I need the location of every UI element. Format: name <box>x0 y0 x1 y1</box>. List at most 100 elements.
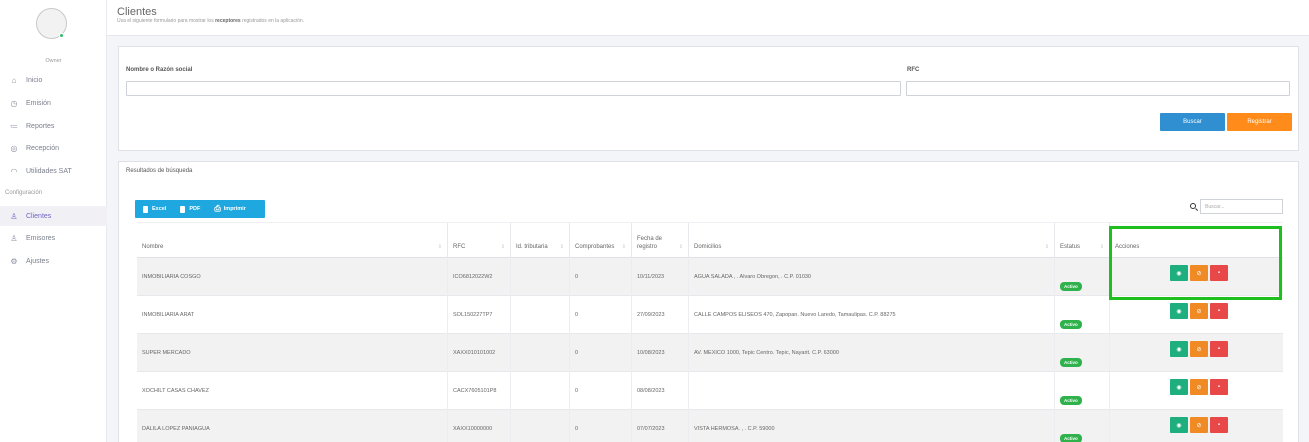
register-button[interactable]: Registrar <box>1227 113 1292 131</box>
clock-icon: ◷ <box>10 98 18 108</box>
ban-icon: ⊘ <box>1196 422 1202 429</box>
cell-rfc: ICO6812022W2 <box>447 258 510 296</box>
cell-nombre: INMOBILIARIA COSGO <box>142 274 201 280</box>
inbox-icon: ◎ <box>10 143 18 153</box>
status-badge: Activo <box>1060 433 1082 442</box>
sort-icon: ⇕ <box>621 244 626 250</box>
col-estatus[interactable]: Estatus ⇕ <box>1054 223 1109 259</box>
sidebar-item-recepcion[interactable]: ◎ Recepción <box>0 138 107 158</box>
view-button[interactable]: ◉ <box>1170 341 1188 357</box>
view-button[interactable]: ◉ <box>1170 303 1188 319</box>
ban-icon: ⊘ <box>1196 308 1202 315</box>
row-actions: ◉ ⊘ ▪ <box>1170 379 1230 395</box>
col-label: RFC <box>453 244 466 250</box>
table-search-input[interactable]: Buscar... <box>1200 199 1283 214</box>
view-button[interactable]: ◉ <box>1170 379 1188 395</box>
delete-button[interactable]: ▪ <box>1210 379 1228 395</box>
sidebar-item-utilidades-sat[interactable]: ◠ Utilidades SAT <box>0 161 107 181</box>
disable-button[interactable]: ⊘ <box>1190 379 1208 395</box>
name-input[interactable] <box>126 81 901 96</box>
trash-icon: ▪ <box>1217 422 1221 428</box>
sidebar-item-label: Ajustes <box>26 257 49 265</box>
sort-icon: ⇕ <box>437 244 442 250</box>
home-icon: ⌂ <box>11 75 17 85</box>
cell-comprobantes: 0 <box>569 410 631 442</box>
disable-button[interactable]: ⊘ <box>1190 417 1208 433</box>
cell-comprobantes: 0 <box>569 258 631 296</box>
disable-button[interactable]: ⊘ <box>1190 303 1208 319</box>
sidebar-item-reportes[interactable]: ≔ Reportes <box>0 116 107 136</box>
export-label: Imprimir <box>223 206 246 212</box>
subtitle-bold: receptores <box>215 18 241 24</box>
cell-rfc: CACX7605101P8 <box>447 372 510 410</box>
col-label: Fecha de registro <box>637 236 663 250</box>
col-domicilios[interactable]: Domicilios ⇕ <box>688 223 1054 259</box>
sidebar-item-inicio[interactable]: ⌂ Inicio <box>0 70 107 90</box>
export-toolbar: Excel PDF ⎙ Imprimir <box>135 200 265 218</box>
sidebar-item-label: Emisores <box>26 234 56 242</box>
sidebar-item-clientes[interactable]: ♙ Clientes <box>0 206 107 226</box>
sidebar-item-emision[interactable]: ◷ Emisión <box>0 93 107 113</box>
rfc-input[interactable] <box>906 81 1290 96</box>
delete-button[interactable]: ▪ <box>1210 303 1228 319</box>
cell-acciones: ◉ ⊘ ▪ <box>1109 334 1283 372</box>
page-title: Clientes <box>117 6 157 18</box>
table-row: DALILA LOPEZ PANIAGUA XAXX10000000 0 07/07/… <box>137 410 1283 442</box>
col-rfc[interactable]: RFC ⇕ <box>447 223 510 259</box>
subtitle-text: Usa el siguiente formulario para mostrar… <box>117 18 216 24</box>
eye-icon: ◉ <box>1176 346 1182 353</box>
sidebar: Owner ⌂ Inicio ◷ Emisión ≔ Reportes ◎ Re… <box>0 0 107 442</box>
sidebar-item-emisores[interactable]: ♙ Emisores <box>0 228 107 248</box>
col-nombre[interactable]: Nombre ⇕ <box>137 223 447 259</box>
cell-comprobantes: 0 <box>569 372 631 410</box>
sidebar-section-configuracion: Configuración <box>5 190 43 196</box>
eye-icon: ◉ <box>1176 384 1182 391</box>
sort-icon: ⇕ <box>1099 244 1104 250</box>
cell-estatus: Activo <box>1054 258 1109 296</box>
status-badge: Activo <box>1060 319 1082 329</box>
cell-acciones: ◉ ⊘ ▪ <box>1109 410 1283 442</box>
gauge-icon: ◠ <box>10 166 18 176</box>
col-label: Id. tributaria <box>516 244 548 250</box>
view-button[interactable]: ◉ <box>1170 417 1188 433</box>
ban-icon: ⊘ <box>1196 346 1202 353</box>
export-pdf-button[interactable]: PDF <box>180 205 201 213</box>
cell-acciones: ◉ ⊘ ▪ <box>1109 296 1283 334</box>
cell-domicilio: CALLE CAMPOS ELISEOS 470, Zapopan. Nuevo… <box>688 296 1054 334</box>
cell-estatus: Activo <box>1054 296 1109 334</box>
cell-rfc: XAXX10000000 <box>447 410 510 442</box>
col-fecha-registro[interactable]: Fecha de registro ⇕ <box>631 223 688 259</box>
printer-icon: ⎙ <box>214 204 221 213</box>
col-label: Domicilios <box>694 244 722 250</box>
disable-button[interactable]: ⊘ <box>1190 341 1208 357</box>
export-excel-button[interactable]: Excel <box>143 205 166 213</box>
actions-highlight-box <box>1109 226 1282 300</box>
cell-id-tributaria <box>510 258 569 296</box>
col-comprobantes[interactable]: Comprobantes ⇕ <box>569 223 631 259</box>
cell-comprobantes: 0 <box>569 334 631 372</box>
table-row: XOCHILT CASAS CHAVEZ CACX7605101P8 0 08/08/… <box>137 372 1283 410</box>
online-status-dot <box>59 33 64 38</box>
sidebar-item-label: Recepción <box>26 144 60 152</box>
search-panel: Nombre o Razón social RFC Buscar Registr… <box>118 46 1299 151</box>
page-subtitle: Usa el siguiente formulario para mostrar… <box>117 18 304 24</box>
delete-button[interactable]: ▪ <box>1210 417 1228 433</box>
trash-icon: ▪ <box>1217 346 1221 352</box>
subtitle-text: registrados en la aplicación. <box>240 18 305 24</box>
row-actions: ◉ ⊘ ▪ <box>1170 417 1230 433</box>
cell-fecha: 10/08/2023 <box>631 334 688 372</box>
export-label: PDF <box>189 206 201 212</box>
sidebar-item-ajustes[interactable]: ⚙ Ajustes <box>0 251 107 271</box>
sidebar-item-label: Inicio <box>26 76 43 84</box>
cell-id-tributaria <box>510 334 569 372</box>
user-role: Owner <box>45 58 62 64</box>
file-icon <box>180 205 186 213</box>
delete-button[interactable]: ▪ <box>1210 341 1228 357</box>
name-label: Nombre o Razón social <box>126 67 193 73</box>
sidebar-item-label: Reportes <box>26 122 55 130</box>
col-id-tributaria[interactable]: Id. tributaria ⇕ <box>510 223 569 259</box>
eye-icon: ◉ <box>1176 422 1182 429</box>
search-button[interactable]: Buscar <box>1160 113 1225 131</box>
print-button[interactable]: ⎙ Imprimir <box>214 204 245 214</box>
user-icon: ♙ <box>10 211 18 221</box>
